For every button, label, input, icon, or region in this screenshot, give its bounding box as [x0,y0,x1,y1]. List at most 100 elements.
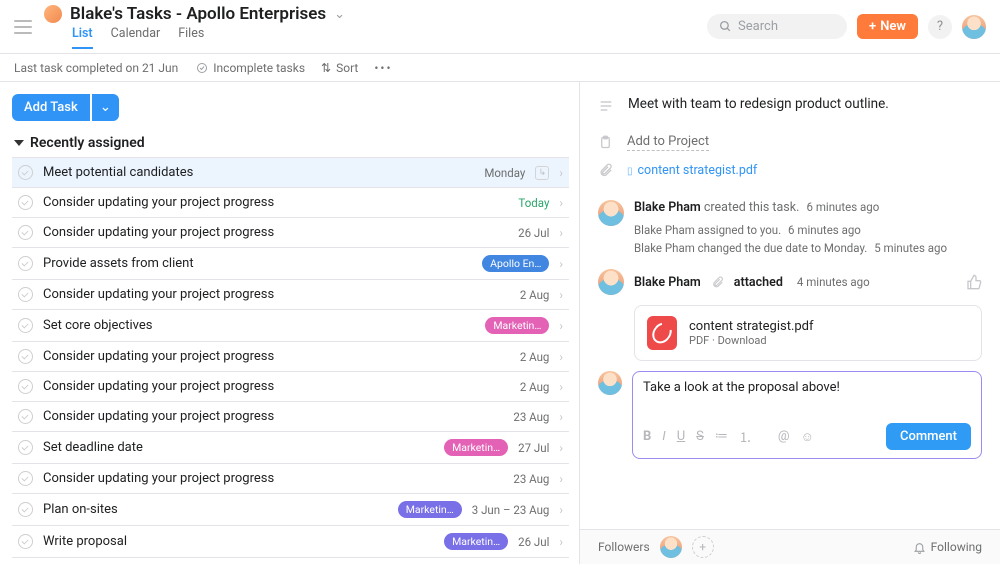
followers-label: Followers [598,540,650,554]
complete-checkbox[interactable] [18,409,33,424]
task-detail-pane: Meet with team to redesign product outli… [580,82,1000,564]
task-row[interactable]: Consider updating your project progressT… [12,187,569,217]
task-row[interactable]: Consider updating your project progress2… [12,279,569,309]
bold-icon[interactable]: B [643,429,651,444]
complete-checkbox[interactable] [18,534,33,549]
task-row[interactable]: Provide assets from clientApollo En…› [12,247,569,279]
add-follower-button[interactable]: + [692,536,714,558]
paperclip-icon [598,163,613,178]
user-avatar[interactable] [962,15,986,39]
help-button[interactable]: ? [928,15,952,39]
chevron-right-icon: › [559,503,563,517]
following-toggle[interactable]: Following [913,540,982,554]
chevron-right-icon: › [559,257,563,271]
task-tag[interactable]: Apollo En… [482,255,549,272]
task-tag[interactable]: Marketin… [444,439,508,456]
chevron-right-icon: › [559,350,563,364]
task-row[interactable]: Set core objectives Marketin… › [12,309,569,341]
complete-checkbox[interactable] [18,379,33,394]
check-circle-icon [196,62,208,74]
add-to-project-link[interactable]: Add to Project [627,134,709,151]
complete-checkbox[interactable] [18,165,33,180]
more-actions-icon[interactable]: ••• [374,61,392,75]
complete-checkbox[interactable] [18,256,33,271]
chevron-down-icon[interactable]: ⌄ [334,7,345,22]
title-block: Blake's Tasks - Apollo Enterprises ⌄ Lis… [44,4,345,49]
task-name: Consider updating your project progress [43,287,510,302]
chevron-right-icon: › [559,226,563,240]
task-row[interactable]: Consider updating your project progress2… [12,371,569,401]
attachment-card[interactable]: content strategist.pdf PDF · Download [634,305,982,361]
task-due-date: Monday [484,166,525,180]
task-row[interactable]: Set deadline dateMarketin…27 Jul› [12,431,569,463]
follower-avatar[interactable] [660,536,682,558]
complete-checkbox[interactable] [18,287,33,302]
mention-icon[interactable]: @ [778,429,790,444]
task-row[interactable]: Consider updating your project progress2… [12,341,569,371]
complete-checkbox[interactable] [18,502,33,517]
attachment-link[interactable]: content strategist.pdf [627,163,757,178]
chevron-right-icon: › [559,535,563,549]
pdf-icon [647,316,677,350]
menu-toggle-icon[interactable] [14,20,32,34]
task-row[interactable]: Meet potential candidatesMonday↳› [12,157,569,187]
underline-icon[interactable]: U [677,429,685,444]
task-row[interactable]: Write proposalMarketin…26 Jul› [12,525,569,557]
numbered-list-icon[interactable]: ⒈ [739,427,752,446]
comment-button[interactable]: Comment [886,423,971,450]
complete-checkbox[interactable] [18,440,33,455]
tab-files[interactable]: Files [178,26,204,49]
task-row[interactable]: Consider updating your project progressT… [12,557,569,564]
comment-toolbar: B I U S ≔ ⒈ @ ☺ Comment [643,423,971,450]
task-due-date: 27 Jul [518,441,549,455]
search-input[interactable]: Search [707,14,847,39]
new-button[interactable]: +New [857,14,918,39]
task-row[interactable]: Consider updating your project progress 2… [12,401,569,431]
task-tag[interactable]: Marketin… [485,317,549,334]
task-name: Consider updating your project progress [43,471,503,486]
section-title: Recently assigned [30,135,145,151]
task-row[interactable]: Consider updating your project progress2… [12,217,569,247]
page-title: Blake's Tasks - Apollo Enterprises [70,4,326,24]
search-icon [719,20,732,33]
task-due-date: 23 Aug [513,472,549,486]
chevron-right-icon: › [559,441,563,455]
comment-text[interactable]: Take a look at the proposal above! [643,380,971,423]
task-tag[interactable]: Marketin… [444,533,508,550]
italic-icon[interactable]: I [662,429,665,444]
followers-bar: Followers + Following [580,529,1000,564]
comment-input[interactable]: Take a look at the proposal above! B I U… [632,371,982,459]
filter-incomplete[interactable]: Incomplete tasks [196,61,305,75]
add-task-dropdown[interactable]: ⌄ [92,94,119,121]
tab-calendar[interactable]: Calendar [111,26,161,49]
section-header[interactable]: Recently assigned [12,131,569,157]
task-row[interactable]: Plan on-sitesMarketin…3 Jun – 23 Aug› [12,493,569,525]
tab-list[interactable]: List [72,26,93,49]
chevron-right-icon: › [559,410,563,424]
bullet-list-icon[interactable]: ≔ [715,429,728,444]
complete-checkbox[interactable] [18,225,33,240]
task-name: Consider updating your project progress [43,409,503,424]
description-icon [598,98,614,114]
task-due-date: 23 Aug [513,410,549,424]
chevron-right-icon: › [559,319,563,333]
sort-button[interactable]: ⇅ Sort [321,61,358,75]
task-row[interactable]: Consider updating your project progress 2… [12,463,569,493]
chevron-right-icon: › [559,472,563,486]
like-button[interactable] [966,274,982,290]
add-task-button[interactable]: Add Task [12,94,90,121]
activity-avatar [598,269,624,295]
complete-checkbox[interactable] [18,195,33,210]
attachment-name: content strategist.pdf [689,319,814,334]
topbar: Blake's Tasks - Apollo Enterprises ⌄ Lis… [0,0,1000,54]
complete-checkbox[interactable] [18,349,33,364]
strike-icon[interactable]: S [696,429,704,444]
emoji-icon[interactable]: ☺ [801,429,814,445]
complete-checkbox[interactable] [18,471,33,486]
task-name: Set core objectives [43,318,475,333]
task-name: Consider updating your project progress [43,379,510,394]
complete-checkbox[interactable] [18,318,33,333]
task-tag[interactable]: Marketin… [398,501,462,518]
attachment-subtitle: PDF · Download [689,334,814,347]
task-detail-title: Meet with team to redesign product outli… [628,96,889,112]
